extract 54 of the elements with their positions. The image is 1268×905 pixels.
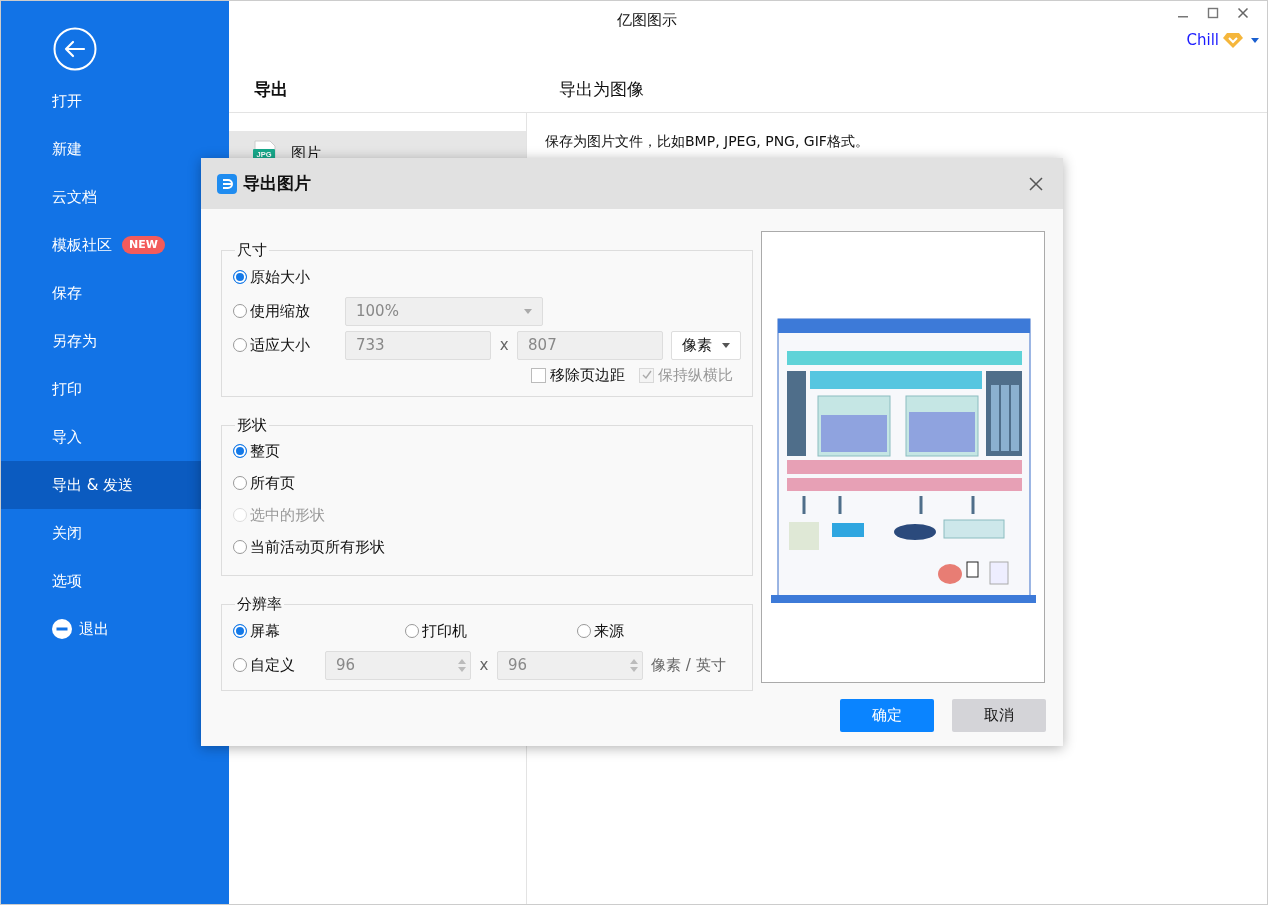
width-field: 733 <box>345 330 492 360</box>
radio-label[interactable]: 屏幕 <box>233 619 405 643</box>
sidebar-item-label[interactable]: 模板社区 <box>52 233 112 257</box>
times-sign: x <box>478 654 490 676</box>
radio-button[interactable] <box>233 658 247 672</box>
times-sign: x <box>498 334 510 356</box>
radio-button[interactable] <box>233 444 247 458</box>
unit-label: 像素 / 英寸 <box>651 654 726 676</box>
radio-button[interactable] <box>233 476 247 490</box>
radio-label[interactable]: 原始大小 <box>233 265 345 289</box>
radio-button[interactable] <box>405 624 419 638</box>
group-title: 形状 <box>235 415 269 435</box>
cancel-button[interactable]: 取消 <box>952 699 1046 732</box>
sidebar-item[interactable]: 退出 <box>1 605 229 653</box>
sidebar-item[interactable]: 新建 <box>1 125 229 173</box>
sidebar-item[interactable]: 打开 <box>1 77 229 125</box>
radio-button[interactable] <box>233 338 247 352</box>
section-title: 导出为图像 <box>558 78 644 101</box>
panel-title: 导出 <box>253 78 289 101</box>
back-icon[interactable] <box>53 27 97 71</box>
description-text: 保存为图片文件，比如BMP, JPEG, PNG, GIF格式。 <box>544 132 869 151</box>
radio-label: 选中的形状 <box>233 503 325 527</box>
close-icon[interactable] <box>1029 176 1043 191</box>
user-name[interactable]: Chill <box>1186 29 1219 52</box>
caret-icon[interactable] <box>1251 37 1259 43</box>
radio-button[interactable] <box>233 270 247 284</box>
diamond-icon <box>1223 32 1243 49</box>
minus-circle-icon <box>52 619 72 639</box>
group-title: 尺寸 <box>235 240 269 260</box>
radio-button[interactable] <box>577 624 591 638</box>
radio-label[interactable]: 使用缩放 <box>233 299 345 323</box>
radio-button[interactable] <box>233 304 247 318</box>
radio-label[interactable]: 来源 <box>577 619 749 643</box>
height-field: 807 <box>517 330 664 360</box>
radio-button[interactable] <box>233 540 247 554</box>
maximize-icon[interactable] <box>1207 7 1219 19</box>
app-logo-icon <box>217 173 237 194</box>
number-field: 96 <box>325 650 471 680</box>
new-badge: NEW <box>122 235 165 255</box>
radio-label[interactable]: 整页 <box>233 439 280 463</box>
close-icon[interactable] <box>1237 7 1249 19</box>
radio-label[interactable]: 打印机 <box>405 619 577 643</box>
radio-label[interactable]: 当前活动页所有形状 <box>233 535 385 559</box>
ok-button[interactable]: 确定 <box>840 699 934 732</box>
radio-label[interactable]: 适应大小 <box>233 333 345 357</box>
number-field: 96 <box>497 650 643 680</box>
radio-button[interactable] <box>233 624 247 638</box>
radio-label[interactable]: 自定义 <box>233 653 325 677</box>
radio-label[interactable]: 所有页 <box>233 471 295 495</box>
unit-select[interactable]: 像素 <box>671 330 741 360</box>
checkbox-label[interactable]: 移除页边距 <box>531 363 625 387</box>
checkbox-label: 保持纵横比 <box>639 363 733 387</box>
group-title: 分辨率 <box>235 594 284 614</box>
checkbox[interactable] <box>531 367 546 383</box>
